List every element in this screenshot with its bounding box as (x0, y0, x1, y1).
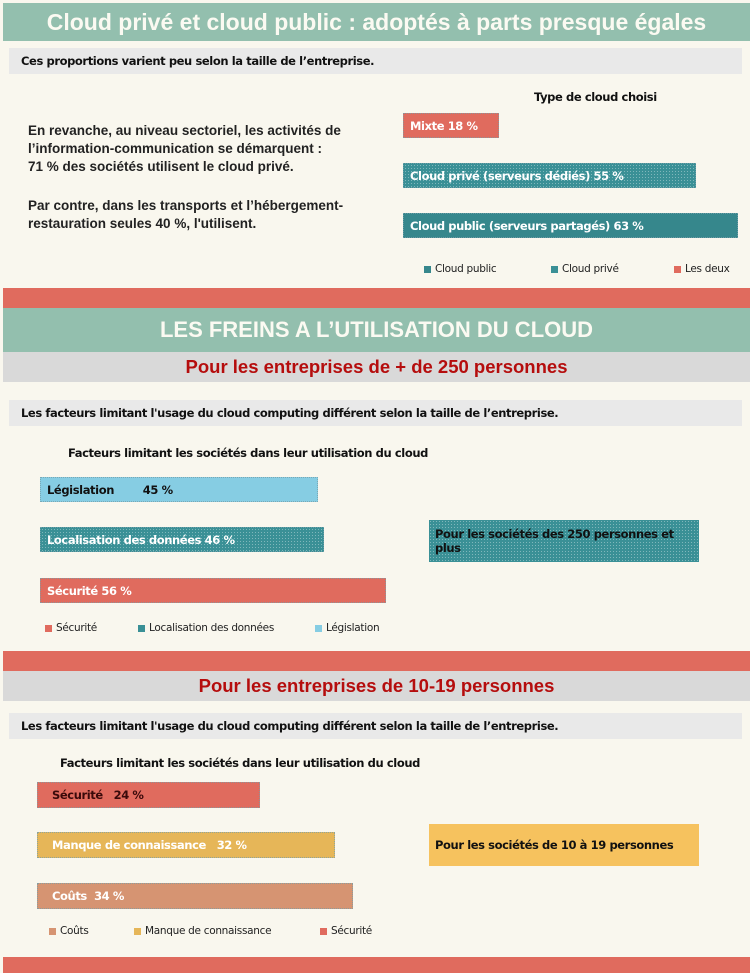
section1-paragraph2: Par contre, dans les transports et l’héb… (28, 197, 388, 233)
chart2-bar-label: Législation 45 % (47, 482, 173, 497)
legend-label: Législation (326, 622, 380, 634)
chart2-legend-localisation: Localisation des données (138, 622, 274, 634)
paragraph1-line: 71 % des sociétés utilisent le cloud pri… (28, 159, 294, 174)
chart3-bar-label: Coûts 34 % (52, 889, 125, 903)
legend-label: Sécurité (331, 925, 372, 937)
chart1-bar-label: Mixte 18 % (410, 118, 478, 133)
callout-small-text: Pour les sociétés de 10 à 19 personnes (435, 838, 674, 852)
legend-swatch (138, 624, 145, 632)
chart1-legend-les-deux: Les deux (674, 263, 730, 275)
chart3-bar-label: Manque de connaissance 32 % (52, 838, 247, 852)
note-large: Les facteurs limitant l'usage du cloud c… (9, 400, 742, 426)
subtitle-small: Pour les entreprises de 10-19 personnes (198, 675, 555, 696)
section1-note: Ces proportions varient peu selon la tai… (9, 48, 742, 74)
chart3-legend-couts: Coûts (49, 925, 89, 937)
legend-label: Manque de connaissance (145, 925, 272, 937)
subtitle-small-banner: Pour les entreprises de 10-19 personnes (3, 671, 750, 701)
note-large-text: Les facteurs limitant l'usage du cloud c… (21, 406, 559, 420)
chart2-bar-legislation: Législation 45 % (40, 477, 318, 502)
callout-large: Pour les sociétés des 250 personnes et p… (429, 520, 699, 562)
chart2-legend-securite: Sécurité (45, 622, 97, 634)
legend-label: Localisation des données (149, 622, 275, 634)
legend-swatch (134, 927, 141, 935)
paragraph2-line: restauration seules 40 %, l'utilisent. (28, 216, 257, 231)
legend-label: Les deux (685, 263, 730, 275)
section1-paragraph1: En revanche, au niveau sectoriel, les ac… (28, 122, 388, 176)
chart1-bar-cloud-public: Cloud public (serveurs partagés) 63 % (403, 213, 738, 238)
section1-title-banner: Cloud privé et cloud public : adoptés à … (3, 3, 750, 41)
legend-swatch (49, 927, 56, 935)
legend-swatch (424, 265, 431, 273)
legend-label: Sécurité (56, 622, 97, 634)
legend-swatch (551, 265, 558, 273)
section2-title-banner: LES FREINS A L’UTILISATION DU CLOUD (3, 308, 750, 352)
chart1-bar-cloud-prive: Cloud privé (serveurs dédiés) 55 % (403, 163, 696, 188)
legend-label: Cloud public (435, 263, 497, 275)
paragraph2-line: Par contre, dans les transports et l’héb… (28, 198, 344, 213)
chart3-bar-label: Sécurité 24 % (52, 788, 144, 802)
legend-label: Cloud privé (562, 263, 619, 275)
divider-red (3, 288, 750, 308)
section1-title: Cloud privé et cloud public : adoptés à … (46, 9, 707, 35)
callout-small: Pour les sociétés de 10 à 19 personnes (429, 824, 699, 866)
chart2-bar-localisation: Localisation des données 46 % (40, 527, 324, 552)
chart1-bar-label: Cloud privé (serveurs dédiés) 55 % (410, 168, 624, 183)
paragraph1-line: En revanche, au niveau sectoriel, les ac… (28, 123, 341, 138)
chart2-bar-label: Localisation des données 46 % (47, 532, 235, 547)
chart1-bar-label: Cloud public (serveurs partagés) 63 % (410, 218, 644, 233)
section2-title: LES FREINS A L’UTILISATION DU CLOUD (159, 317, 594, 342)
legend-swatch (320, 927, 327, 935)
chart3-legend-securite: Sécurité (320, 925, 372, 937)
chart2-title: Facteurs limitant les sociétés dans leur… (68, 446, 428, 460)
divider-red (3, 651, 750, 671)
chart2-bar-label: Sécurité 56 % (47, 583, 132, 598)
chart2-legend-legislation: Législation (315, 622, 380, 634)
chart1-title: Type de cloud choisi (534, 90, 657, 104)
legend-swatch (315, 624, 322, 632)
chart1-bar-mixte: Mixte 18 % (403, 113, 499, 138)
chart3-bar-manque-connaissance: Manque de connaissance 32 % (37, 832, 335, 858)
section1-note-text: Ces proportions varient peu selon la tai… (21, 54, 375, 68)
chart3-title: Facteurs limitant les sociétés dans leur… (60, 756, 420, 770)
chart3-bar-securite: Sécurité 24 % (37, 782, 260, 808)
footer-red-band (3, 957, 750, 973)
callout-large-text: Pour les sociétés des 250 personnes et p… (435, 527, 674, 555)
chart1-legend-cloud-prive: Cloud privé (551, 263, 619, 275)
legend-swatch (674, 265, 681, 273)
chart2-bar-securite: Sécurité 56 % (40, 578, 386, 603)
chart3-bar-couts: Coûts 34 % (37, 883, 353, 909)
note-small: Les facteurs limitant l'usage du cloud c… (9, 713, 742, 739)
chart3-legend-manque-connaissance: Manque de connaissance (134, 925, 272, 937)
subtitle-large-banner: Pour les entreprises de + de 250 personn… (3, 352, 750, 382)
subtitle-large: Pour les entreprises de + de 250 personn… (185, 356, 568, 377)
chart1-legend-cloud-public: Cloud public (424, 263, 497, 275)
legend-swatch (45, 624, 52, 632)
legend-label: Coûts (60, 925, 89, 937)
paragraph1-line: l’information-communication se démarquen… (28, 141, 323, 156)
note-small-text: Les facteurs limitant l'usage du cloud c… (21, 719, 559, 733)
